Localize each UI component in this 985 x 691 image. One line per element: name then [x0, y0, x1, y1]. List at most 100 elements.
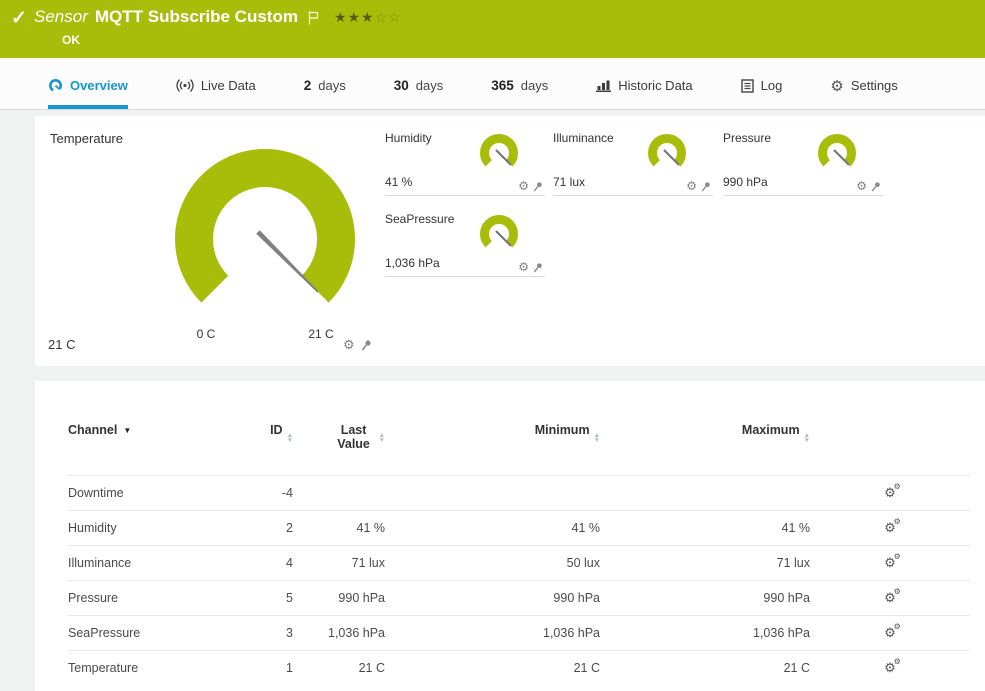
header-maximum[interactable]: Maximum ▲▼ — [600, 423, 810, 476]
temperature-gauge[interactable]: 0 C 21 C — [145, 134, 385, 349]
sort-arrows-icon[interactable]: ▲▼ — [379, 434, 385, 443]
gauge-min-label: 0 C — [197, 327, 216, 341]
gauge-settings-gear-icon[interactable]: ⚙ — [856, 180, 867, 192]
gauge-settings-gear-icon[interactable]: ⚙ — [518, 261, 529, 273]
pressure-value: 990 hPa — [723, 175, 768, 189]
sort-arrows-icon[interactable]: ▲▼ — [594, 434, 600, 443]
channels-table: Channel ▼ ID ▲▼ Last Value▲▼ Minimum ▲▼ Max… — [68, 423, 970, 685]
seapressure-gauge[interactable] — [473, 213, 525, 255]
gauge-pin-icon[interactable] — [533, 181, 543, 192]
channel-minimum — [385, 476, 600, 511]
gauge-settings-gear-icon[interactable]: ⚙ — [518, 180, 529, 192]
channel-name: Humidity — [68, 511, 238, 546]
tab-label: Live Data — [201, 78, 256, 93]
gauge-settings-gear-icon[interactable]: ⚙ — [343, 338, 355, 351]
pressure-gauge-label: Pressure — [723, 131, 771, 145]
overview-gauge-icon — [48, 78, 63, 93]
tab-365-days[interactable]: 365 days — [491, 58, 548, 109]
header-channel[interactable]: Channel ▼ — [68, 423, 238, 476]
header-minimum-label: Minimum — [535, 423, 590, 437]
gauge-pin-icon[interactable] — [871, 181, 881, 192]
priority-flag-icon[interactable] — [308, 11, 319, 25]
object-type-label: Sensor — [34, 7, 88, 27]
pressure-gauge[interactable] — [811, 132, 863, 174]
channel-name: SeaPressure — [68, 616, 238, 651]
channel-settings-gear-icon[interactable]: ⚙⚙ — [884, 521, 896, 534]
channel-last-value — [293, 476, 385, 511]
tab-label: Settings — [851, 78, 898, 93]
tab-bar: Overview Live Data 2 days 30 days 365 da… — [0, 58, 985, 110]
temperature-value: 21 C — [48, 337, 75, 352]
channel-settings-gear-icon[interactable]: ⚙⚙ — [884, 591, 896, 604]
humidity-gauge-actions: ⚙ — [518, 180, 543, 192]
table-row-illuminance[interactable]: Illuminance 4 71 lux 50 lux 71 lux ⚙⚙ — [68, 546, 970, 581]
header-channel-label: Channel — [68, 423, 117, 437]
humidity-gauge-cell: Humidity 41 % ⚙ — [385, 126, 545, 196]
header-maximum-label: Maximum — [742, 423, 800, 437]
channel-maximum — [600, 476, 810, 511]
gauge-pin-icon[interactable] — [533, 262, 543, 273]
channel-id: 2 — [238, 511, 293, 546]
channel-settings-gear-icon[interactable]: ⚙⚙ — [884, 556, 896, 569]
channel-minimum: 1,036 hPa — [385, 616, 600, 651]
channel-minimum: 21 C — [385, 651, 600, 686]
channel-sort-dropdown-icon[interactable]: ▼ — [123, 426, 131, 435]
channel-maximum: 1,036 hPa — [600, 616, 810, 651]
table-row-temperature[interactable]: Temperature 1 21 C 21 C 21 C ⚙⚙ — [68, 651, 970, 686]
channel-settings-gear-icon[interactable]: ⚙⚙ — [884, 661, 896, 674]
channel-settings-gear-icon[interactable]: ⚙⚙ — [884, 486, 896, 499]
illuminance-value: 71 lux — [553, 175, 585, 189]
tab-settings[interactable]: ⚙ Settings — [830, 58, 897, 109]
sensor-header: ✓ Sensor MQTT Subscribe Custom ★★★☆☆ OK — [0, 0, 985, 58]
tab-label: Historic Data — [618, 78, 692, 93]
humidity-gauge[interactable] — [473, 132, 525, 174]
channel-id: -4 — [238, 476, 293, 511]
illuminance-gauge-actions: ⚙ — [686, 180, 711, 192]
header-id[interactable]: ID ▲▼ — [238, 423, 293, 476]
channel-id: 1 — [238, 651, 293, 686]
header-id-label: ID — [270, 423, 283, 437]
sort-arrows-icon[interactable]: ▲▼ — [287, 434, 293, 443]
stars-filled[interactable]: ★★★ — [334, 9, 375, 25]
table-row-seapressure[interactable]: SeaPressure 3 1,036 hPa 1,036 hPa 1,036 … — [68, 616, 970, 651]
header-actions — [810, 423, 970, 476]
tab-2-days[interactable]: 2 days — [304, 58, 346, 109]
tab-days-label: days — [416, 78, 443, 93]
gauge-pin-icon[interactable] — [701, 181, 711, 192]
table-row-downtime[interactable]: Downtime -4 ⚙⚙ — [68, 476, 970, 511]
illuminance-gauge[interactable] — [641, 132, 693, 174]
priority-stars[interactable]: ★★★☆☆ — [334, 9, 402, 26]
channel-id: 4 — [238, 546, 293, 581]
table-row-humidity[interactable]: Humidity 2 41 % 41 % 41 % ⚙⚙ — [68, 511, 970, 546]
tab-log[interactable]: Log — [741, 58, 783, 109]
gauge-pin-icon[interactable] — [361, 339, 372, 351]
channel-id: 5 — [238, 581, 293, 616]
channel-maximum: 990 hPa — [600, 581, 810, 616]
log-document-icon — [741, 79, 754, 93]
gauge-settings-gear-icon[interactable]: ⚙ — [686, 180, 697, 192]
channel-minimum: 50 lux — [385, 546, 600, 581]
channel-maximum: 21 C — [600, 651, 810, 686]
pressure-gauge-cell: Pressure 990 hPa ⚙ — [723, 126, 883, 196]
sort-arrows-icon[interactable]: ▲▼ — [804, 434, 810, 443]
humidity-gauge-label: Humidity — [385, 131, 432, 145]
tab-historic-data[interactable]: Historic Data — [596, 58, 692, 109]
tab-live-data[interactable]: Live Data — [176, 58, 256, 109]
table-row-pressure[interactable]: Pressure 5 990 hPa 990 hPa 990 hPa ⚙⚙ — [68, 581, 970, 616]
tab-days-label: days — [521, 78, 548, 93]
header-last-value[interactable]: Last Value▲▼ — [293, 423, 385, 476]
channel-id: 3 — [238, 616, 293, 651]
tab-30-days[interactable]: 30 days — [394, 58, 444, 109]
channel-maximum: 41 % — [600, 511, 810, 546]
channel-settings-gear-icon[interactable]: ⚙⚙ — [884, 626, 896, 639]
channel-name: Temperature — [68, 651, 238, 686]
tab-days-number: 365 — [491, 78, 514, 93]
tab-days-number: 2 — [304, 78, 312, 93]
stars-empty[interactable]: ☆☆ — [375, 9, 402, 25]
seapressure-value: 1,036 hPa — [385, 256, 440, 270]
channel-last-value: 21 C — [293, 651, 385, 686]
header-minimum[interactable]: Minimum ▲▼ — [385, 423, 600, 476]
table-header-row: Channel ▼ ID ▲▼ Last Value▲▼ Minimum ▲▼ Max… — [68, 423, 970, 476]
seapressure-gauge-actions: ⚙ — [518, 261, 543, 273]
tab-overview[interactable]: Overview — [48, 58, 128, 109]
